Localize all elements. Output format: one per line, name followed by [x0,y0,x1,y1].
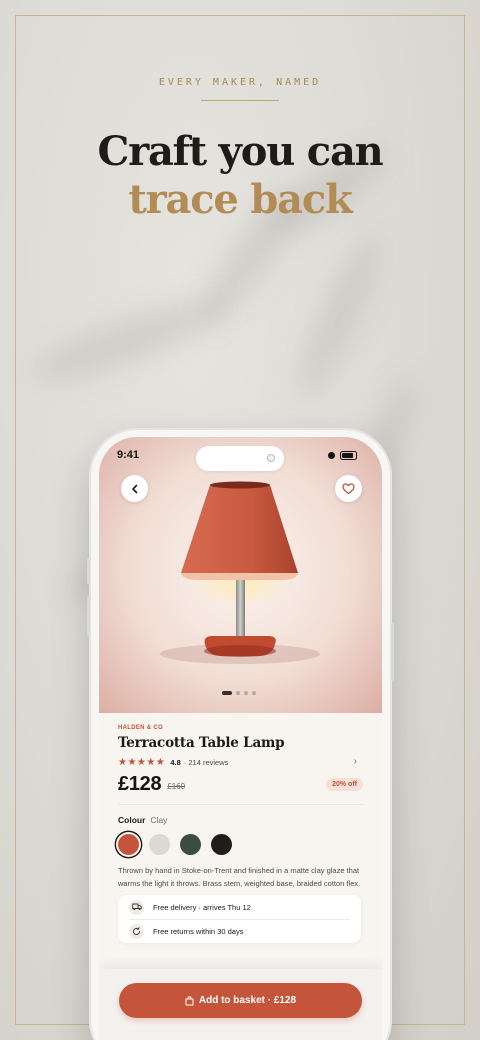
pagination-dot[interactable] [236,691,240,695]
colour-header: Colour Clay [118,815,363,825]
colour-swatch-stone[interactable] [149,834,170,855]
review-count: · 214 reviews [183,758,229,767]
colour-swatch-clay[interactable] [118,834,139,855]
chevron-right-icon: › [353,756,357,767]
signal-icon [328,452,335,459]
star-rating-icon: ★★★★★ [118,757,166,768]
delivery-text: Free delivery · arrives Thu 12 [153,902,251,912]
chevron-left-icon [131,484,137,493]
pagination-dot[interactable] [222,691,232,695]
phone-side-button [87,558,90,584]
app-screen: 9:41 HALDEN & CO Terracotta Table Lamp ★… [99,437,382,1040]
phone-side-button [87,596,90,636]
colour-swatch-charcoal[interactable] [211,834,232,855]
product-details: HALDEN & CO Terracotta Table Lamp ★★★★★ … [118,713,363,943]
back-button[interactable] [121,475,148,502]
phone-side-button [391,623,394,681]
bottom-action-bar: Add to basket · £128 [99,969,382,1040]
phone-mockup: 9:41 HALDEN & CO Terracotta Table Lamp ★… [87,428,394,1040]
shipping-info-card: Free delivery · arrives Thu 12 Free retu… [118,895,361,943]
colour-swatches [118,834,363,855]
pagination-dot[interactable] [244,691,248,695]
status-time: 9:41 [117,449,140,461]
maker-name: HALDEN & CO [118,725,163,731]
product-hero-image: 9:41 [99,437,382,713]
heart-icon [342,482,355,494]
colour-selected-value: Clay [150,815,168,825]
headline-line-1: Craft you can [97,128,383,175]
image-pagination[interactable] [222,691,256,695]
headline: Craft you can trace back [0,128,480,224]
leaf-shadow [286,228,394,406]
pagination-dot[interactable] [252,691,256,695]
dynamic-island [196,446,284,471]
eyebrow-text: EVERY MAKER, NAMED [158,77,322,88]
price-row: £128 £160 20% off [118,772,363,796]
eyebrow-divider [201,100,279,101]
camera-icon [267,454,275,462]
leaf-shadow [29,287,231,393]
product-description: Thrown by hand in Stoke-on-Trent and fin… [118,866,361,888]
returns-info: Free returns within 30 days [129,919,350,943]
delivery-info: Free delivery · arrives Thu 12 [129,895,350,919]
rating-row[interactable]: ★★★★★ 4.8 · 214 reviews › [118,756,363,768]
add-to-basket-label: Add to basket · £128 [198,995,297,1006]
rating-value: 4.8 [170,758,181,767]
favorite-button[interactable] [335,475,362,502]
section-divider [118,804,363,805]
product-title: Terracotta Table Lamp [118,735,285,751]
current-price: £128 [118,772,162,795]
original-price: £160 [167,782,186,791]
headline-line-2: trace back [128,176,352,223]
battery-icon [340,451,357,460]
returns-text: Free returns within 30 days [153,927,244,936]
bag-icon [185,995,194,1006]
add-to-basket-button[interactable]: Add to basket · £128 [119,983,362,1018]
colour-swatch-moss[interactable] [180,834,201,855]
truck-icon [129,899,144,915]
colour-label: Colour [118,815,146,825]
refresh-icon [129,924,144,939]
discount-badge: 20% off [326,778,363,791]
